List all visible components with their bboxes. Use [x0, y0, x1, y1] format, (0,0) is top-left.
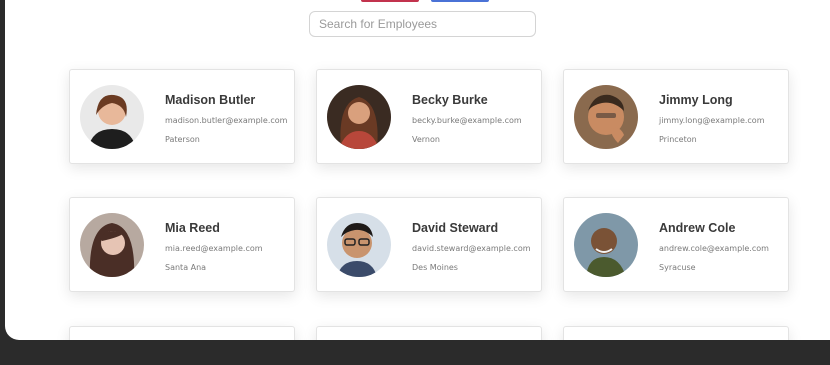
employee-email: mia.reed@example.com [165, 244, 263, 253]
top-button-blue[interactable] [431, 0, 489, 2]
avatar [80, 85, 144, 149]
employee-card[interactable] [563, 326, 789, 340]
employee-email: becky.burke@example.com [412, 116, 522, 125]
employee-email: jimmy.long@example.com [659, 116, 765, 125]
avatar [80, 213, 144, 277]
employee-email: madison.butler@example.com [165, 116, 288, 125]
employee-name: Becky Burke [412, 93, 488, 107]
avatar [327, 85, 391, 149]
employee-name: Mia Reed [165, 221, 220, 235]
employee-email: david.steward@example.com [412, 244, 531, 253]
employee-card[interactable]: Mia Reed mia.reed@example.com Santa Ana [69, 197, 295, 292]
employee-card[interactable] [69, 326, 295, 340]
employee-card[interactable]: Andrew Cole andrew.cole@example.com Syra… [563, 197, 789, 292]
employee-city: Vernon [412, 135, 440, 144]
employee-card[interactable]: Jimmy Long jimmy.long@example.com Prince… [563, 69, 789, 164]
avatar [327, 213, 391, 277]
employee-city: Des Moines [412, 263, 458, 272]
employee-name: David Steward [412, 221, 499, 235]
employee-name: Jimmy Long [659, 93, 733, 107]
employee-city: Santa Ana [165, 263, 207, 272]
top-button-red[interactable] [361, 0, 419, 2]
employee-card[interactable]: Madison Butler madison.butler@example.co… [69, 69, 295, 164]
employee-city: Princeton [659, 135, 697, 144]
employee-name: Andrew Cole [659, 221, 736, 235]
employee-card[interactable] [316, 326, 542, 340]
avatar [574, 85, 638, 149]
main-panel: Madison Butler madison.butler@example.co… [5, 0, 830, 340]
avatar [574, 213, 638, 277]
employee-city: Paterson [165, 135, 200, 144]
employee-name: Madison Butler [165, 93, 256, 107]
employee-email: andrew.cole@example.com [659, 244, 769, 253]
search-input[interactable] [309, 11, 536, 37]
employee-card[interactable]: David Steward david.steward@example.com … [316, 197, 542, 292]
employee-city: Syracuse [659, 263, 696, 272]
employee-card[interactable]: Becky Burke becky.burke@example.com Vern… [316, 69, 542, 164]
